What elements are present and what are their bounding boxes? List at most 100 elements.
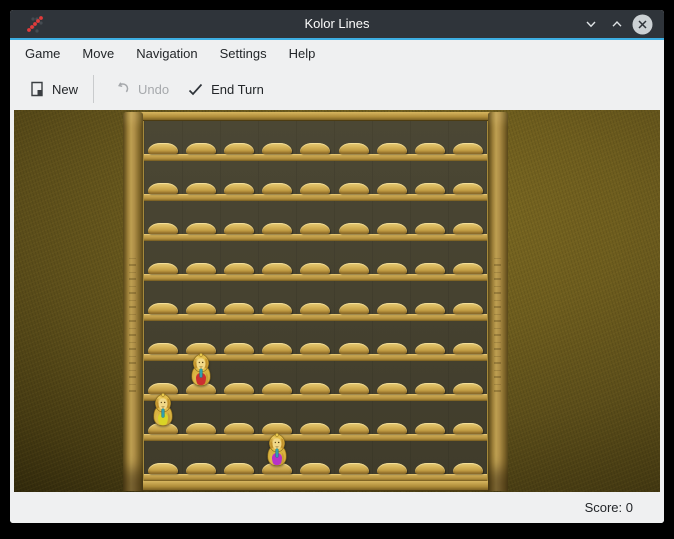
board-cell[interactable] — [220, 241, 258, 281]
game-piece-purple[interactable] — [262, 433, 292, 467]
game-piece-yellow[interactable] — [148, 393, 178, 427]
board-cell[interactable] — [335, 361, 373, 401]
cell-pedestal — [224, 183, 254, 194]
board-cell[interactable] — [144, 401, 182, 441]
menu-item-navigation[interactable]: Navigation — [125, 40, 208, 68]
board-cell[interactable] — [411, 401, 449, 441]
board-cell[interactable] — [411, 361, 449, 401]
board-cell[interactable] — [296, 401, 334, 441]
board-cell[interactable] — [449, 241, 487, 281]
game-piece-red[interactable] — [186, 353, 216, 387]
board-cell[interactable] — [144, 321, 182, 361]
board-cell[interactable] — [411, 441, 449, 481]
board-cell[interactable] — [449, 201, 487, 241]
menu-item-game[interactable]: Game — [14, 40, 71, 68]
board-cell[interactable] — [258, 241, 296, 281]
board-cell[interactable] — [144, 241, 182, 281]
board-cell[interactable] — [220, 401, 258, 441]
board-cell[interactable] — [258, 281, 296, 321]
board-cell[interactable] — [144, 281, 182, 321]
board-cell[interactable] — [258, 121, 296, 161]
board-cell[interactable] — [373, 441, 411, 481]
board-cell[interactable] — [220, 201, 258, 241]
cell-pedestal — [415, 383, 445, 394]
board-cell[interactable] — [182, 161, 220, 201]
board-cell[interactable] — [258, 321, 296, 361]
board-cell[interactable] — [144, 121, 182, 161]
cell-pedestal — [377, 263, 407, 274]
board-cell[interactable] — [220, 121, 258, 161]
board-cell[interactable] — [411, 201, 449, 241]
board-cell[interactable] — [182, 201, 220, 241]
board-cell[interactable] — [144, 441, 182, 481]
board-cell[interactable] — [220, 281, 258, 321]
maximize-button[interactable] — [606, 14, 627, 35]
board-cell[interactable] — [373, 321, 411, 361]
board-cell[interactable] — [220, 361, 258, 401]
cell-pedestal — [339, 423, 369, 434]
board-cell[interactable] — [335, 161, 373, 201]
cell-pedestal — [453, 423, 483, 434]
board-cell[interactable] — [296, 201, 334, 241]
board-cell[interactable] — [296, 321, 334, 361]
board-cell[interactable] — [411, 281, 449, 321]
board-cell[interactable] — [296, 241, 334, 281]
board-cell[interactable] — [182, 121, 220, 161]
board-cell[interactable] — [373, 161, 411, 201]
board-cell[interactable] — [335, 121, 373, 161]
board-cell[interactable] — [335, 281, 373, 321]
board-cell[interactable] — [335, 401, 373, 441]
board-cell[interactable] — [449, 441, 487, 481]
board-cell[interactable] — [449, 401, 487, 441]
menu-item-help[interactable]: Help — [278, 40, 327, 68]
board-cell[interactable] — [449, 121, 487, 161]
new-game-button[interactable]: New — [20, 75, 87, 103]
board-cell[interactable] — [373, 241, 411, 281]
board-cell[interactable] — [220, 321, 258, 361]
board-cell[interactable] — [220, 441, 258, 481]
board-cell[interactable] — [335, 441, 373, 481]
board-cell[interactable] — [296, 441, 334, 481]
board-cell[interactable] — [182, 401, 220, 441]
board-cell[interactable] — [373, 361, 411, 401]
menu-item-settings[interactable]: Settings — [209, 40, 278, 68]
board-cell[interactable] — [411, 121, 449, 161]
board-cell[interactable] — [411, 241, 449, 281]
board-cell[interactable] — [296, 361, 334, 401]
board-cell[interactable] — [220, 161, 258, 201]
cell-pedestal — [415, 263, 445, 274]
board-cell[interactable] — [373, 401, 411, 441]
board-cell[interactable] — [449, 361, 487, 401]
board-cell[interactable] — [182, 361, 220, 401]
board-cell[interactable] — [335, 201, 373, 241]
board-cell[interactable] — [335, 321, 373, 361]
titlebar[interactable]: Kolor Lines — [10, 10, 664, 38]
board-cell[interactable] — [335, 241, 373, 281]
close-button[interactable] — [632, 14, 653, 35]
board-cell[interactable] — [182, 241, 220, 281]
board-cell[interactable] — [411, 321, 449, 361]
board-cell[interactable] — [182, 281, 220, 321]
end-turn-button[interactable]: End Turn — [178, 75, 273, 103]
board-cell[interactable] — [449, 321, 487, 361]
board-cell[interactable] — [411, 161, 449, 201]
board-cell[interactable] — [296, 161, 334, 201]
minimize-button[interactable] — [580, 14, 601, 35]
board-cell[interactable] — [258, 161, 296, 201]
board-cell[interactable] — [144, 161, 182, 201]
cell-pedestal — [415, 463, 445, 474]
board-cell[interactable] — [182, 441, 220, 481]
board-cell[interactable] — [449, 281, 487, 321]
board-cell[interactable] — [258, 441, 296, 481]
board-cell[interactable] — [373, 121, 411, 161]
menu-item-move[interactable]: Move — [71, 40, 125, 68]
undo-button[interactable]: Undo — [106, 75, 178, 103]
board-cell[interactable] — [373, 201, 411, 241]
board-cell[interactable] — [144, 201, 182, 241]
board-cell[interactable] — [296, 121, 334, 161]
board-cell[interactable] — [296, 281, 334, 321]
board-cell[interactable] — [258, 201, 296, 241]
board-cell[interactable] — [258, 361, 296, 401]
board-cell[interactable] — [373, 281, 411, 321]
board-cell[interactable] — [449, 161, 487, 201]
